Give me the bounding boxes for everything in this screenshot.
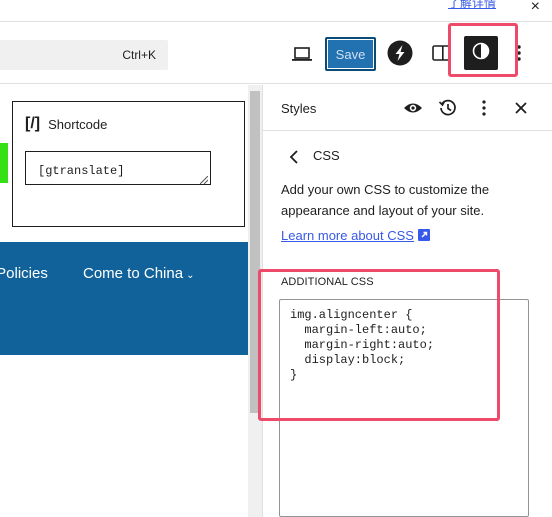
kebab-icon[interactable] <box>479 98 489 118</box>
learn-more-link-top[interactable]: 了解详情 <box>448 0 496 11</box>
shortcode-value: [gtranslate] <box>38 164 125 178</box>
chevron-left-icon[interactable] <box>288 149 300 165</box>
shortcode-block-header: [/] Shortcode <box>25 115 107 133</box>
css-panel-title: CSS <box>313 148 340 163</box>
command-shortcut-label: Ctrl+K <box>122 48 156 62</box>
monitor-icon[interactable] <box>291 43 313 65</box>
history-icon[interactable] <box>438 98 458 118</box>
close-icon[interactable] <box>511 98 531 118</box>
chevron-down-icon: ⌄ <box>186 270 195 281</box>
nav-item-policies[interactable]: Policies <box>0 265 48 282</box>
command-palette-button[interactable]: Ctrl+K <box>0 40 168 70</box>
shortcode-input[interactable]: [gtranslate] <box>25 151 211 185</box>
highlight-box-additional-css <box>258 269 500 421</box>
navigation-band: Policies Come to China ⌄ <box>0 242 248 355</box>
learn-more-css-link[interactable]: Learn more about CSS <box>281 228 430 244</box>
styles-header: Styles <box>263 85 552 131</box>
top-notice-strip: 了解详情 × <box>0 0 552 22</box>
close-icon[interactable]: × <box>531 0 540 16</box>
nav-item-come-to-china[interactable]: Come to China ⌄ <box>83 265 194 282</box>
styles-title: Styles <box>281 101 317 116</box>
green-element-edge <box>0 143 8 183</box>
shortcode-block-title: Shortcode <box>48 116 108 132</box>
editor-canvas[interactable]: [/] Shortcode [gtranslate] Policies Come… <box>0 85 248 517</box>
external-link-icon <box>417 229 430 244</box>
eye-icon[interactable] <box>403 99 423 117</box>
resize-grip-icon[interactable] <box>199 174 209 185</box>
highlight-box-styles-button <box>448 23 518 77</box>
css-description: Add your own CSS to customize the appear… <box>281 182 490 218</box>
plugin-s-icon[interactable] <box>387 40 413 66</box>
shortcode-icon: [/] <box>25 115 41 132</box>
save-button[interactable]: Save <box>325 37 376 71</box>
